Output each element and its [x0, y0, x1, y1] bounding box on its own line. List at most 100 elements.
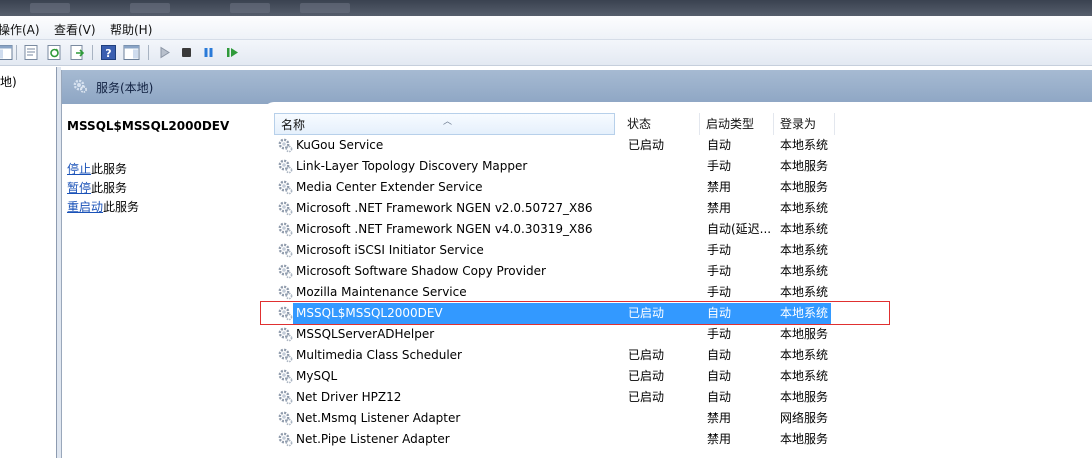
service-gear-icon: [278, 390, 293, 405]
properties-icon[interactable]: [23, 44, 40, 61]
service-logon-as: 本地系统: [780, 138, 829, 152]
service-row[interactable]: Microsoft .NET Framework NGEN v2.0.50727…: [273, 198, 1092, 219]
refresh-icon[interactable]: [46, 44, 63, 61]
stop-service-icon[interactable]: [178, 44, 195, 61]
service-row[interactable]: MySQL 已启动 自动 本地系统: [273, 366, 1092, 387]
service-startup-type: 禁用: [707, 411, 732, 425]
toolbar: ?: [0, 40, 1092, 66]
service-row[interactable]: Microsoft iSCSI Initiator Service 手动 本地系…: [273, 240, 1092, 261]
service-status: 已启动: [628, 306, 665, 320]
tree-item-services-local[interactable]: 地): [0, 73, 17, 90]
taskbar-ghost: [30, 3, 70, 13]
service-gear-icon: [278, 201, 293, 216]
toolbar-separator: [16, 45, 17, 60]
service-gear-icon: [278, 327, 293, 342]
restart-service-suffix: 此服务: [103, 200, 140, 214]
export-list-icon[interactable]: [69, 44, 86, 61]
service-status: [628, 156, 698, 177]
service-gear-icon: [278, 411, 293, 426]
menu-bar: 操作(A) 查看(V) 帮助(H): [0, 16, 1092, 40]
service-status: 已启动: [628, 348, 665, 362]
service-row[interactable]: Microsoft Software Shadow Copy Provider …: [273, 261, 1092, 282]
service-gear-icon: [278, 180, 293, 195]
service-status: [628, 429, 698, 450]
menu-help[interactable]: 帮助(H): [110, 21, 152, 38]
help-icon[interactable]: ?: [100, 44, 117, 61]
menu-view[interactable]: 查看(V): [54, 21, 96, 38]
service-row[interactable]: Net.Msmq Listener Adapter 禁用 网络服务: [273, 408, 1092, 429]
service-startup-type: 自动: [707, 306, 732, 320]
service-status: [628, 177, 698, 198]
service-row[interactable]: Multimedia Class Scheduler 已启动 自动 本地系统: [273, 345, 1092, 366]
service-row[interactable]: Net.Pipe Listener Adapter 禁用 本地服务: [273, 429, 1092, 450]
service-gear-icon: [278, 306, 293, 321]
services-gear-icon: [73, 79, 87, 93]
service-name: Net.Pipe Listener Adapter: [296, 432, 450, 446]
service-row[interactable]: Media Center Extender Service 禁用 本地服务: [273, 177, 1092, 198]
service-startup-type: 手动: [707, 264, 732, 278]
service-logon-as: 本地系统: [780, 348, 829, 362]
services-pane: 服务(本地) MSSQL$MSSQL2000DEV 停止此服务 暂停此服务 重启…: [61, 70, 1092, 458]
service-gear-icon: [278, 369, 293, 384]
service-name: Microsoft iSCSI Initiator Service: [296, 243, 484, 257]
service-gear-icon: [278, 159, 293, 174]
service-startup-type: 手动: [707, 327, 732, 341]
service-name: MySQL: [296, 369, 338, 383]
taskbar-ghost: [130, 3, 170, 13]
sort-ascending-icon: ︿: [443, 117, 453, 127]
service-status: [628, 408, 698, 429]
service-logon-as: 本地服务: [780, 390, 829, 404]
pause-service-link[interactable]: 暂停: [67, 181, 91, 195]
column-header-logon-as[interactable]: 登录为: [774, 113, 835, 135]
service-row[interactable]: Link-Layer Topology Discovery Mapper 手动 …: [273, 156, 1092, 177]
service-row[interactable]: MSSQL$MSSQL2000DEV 已启动 自动 本地系统: [260, 301, 1092, 325]
service-gear-icon: [278, 285, 293, 300]
restart-service-link[interactable]: 重启动: [67, 200, 103, 214]
service-logon-as: 本地系统: [780, 201, 829, 215]
stop-service-link[interactable]: 停止: [67, 162, 91, 176]
console-tree-icon[interactable]: [0, 44, 13, 61]
menu-action[interactable]: 操作(A): [0, 21, 40, 38]
pane-title: 服务(本地): [96, 81, 154, 95]
service-startup-type: 自动: [707, 390, 732, 404]
service-gear-icon: [278, 348, 293, 363]
service-name: KuGou Service: [296, 138, 384, 152]
service-row[interactable]: Microsoft .NET Framework NGEN v4.0.30319…: [273, 219, 1092, 240]
service-name: Net.Msmq Listener Adapter: [296, 411, 461, 425]
service-gear-icon: [278, 243, 293, 258]
service-status: 已启动: [628, 369, 665, 383]
service-startup-type: 手动: [707, 243, 732, 257]
service-status: [628, 282, 698, 303]
service-row[interactable]: Net Driver HPZ12 已启动 自动 本地服务: [273, 387, 1092, 408]
restart-service-line: 重启动此服务: [67, 198, 139, 215]
tab-edge: [264, 102, 1092, 112]
service-row[interactable]: KuGou Service 已启动 自动 本地系统: [273, 135, 1092, 156]
service-gear-icon: [278, 138, 293, 153]
pause-service-icon[interactable]: [200, 44, 217, 61]
taskbar-ghost: [230, 3, 270, 13]
service-row[interactable]: Mozilla Maintenance Service 手动 本地系统: [273, 282, 1092, 303]
service-name: Net Driver HPZ12: [296, 390, 402, 404]
service-status: 已启动: [628, 138, 665, 152]
service-logon-as: 本地系统: [780, 243, 829, 257]
start-service-icon[interactable]: [156, 44, 173, 61]
service-gear-icon: [278, 222, 293, 237]
service-logon-as: 本地服务: [780, 432, 829, 446]
show-hide-action-pane-icon[interactable]: [123, 44, 140, 61]
stop-service-suffix: 此服务: [91, 162, 128, 176]
column-header-status[interactable]: 状态: [621, 113, 700, 135]
column-header-startup-type[interactable]: 启动类型: [700, 113, 774, 135]
service-status: [628, 324, 698, 345]
service-gear-icon: [278, 432, 293, 447]
column-header-name[interactable]: 名称 ︿: [274, 113, 615, 135]
service-row[interactable]: MSSQLServerADHelper 手动 本地服务: [273, 324, 1092, 345]
service-startup-type: 自动: [707, 138, 732, 152]
pause-service-line: 暂停此服务: [67, 179, 127, 196]
resume-service-icon[interactable]: [224, 44, 241, 61]
service-logon-as: 本地系统: [780, 264, 829, 278]
service-logon-as: 本地服务: [780, 159, 829, 173]
selected-service-title: MSSQL$MSSQL2000DEV: [67, 119, 230, 133]
service-name: Media Center Extender Service: [296, 180, 483, 194]
service-logon-as: 本地系统: [780, 306, 829, 320]
pane-header: 服务(本地): [62, 70, 1092, 104]
